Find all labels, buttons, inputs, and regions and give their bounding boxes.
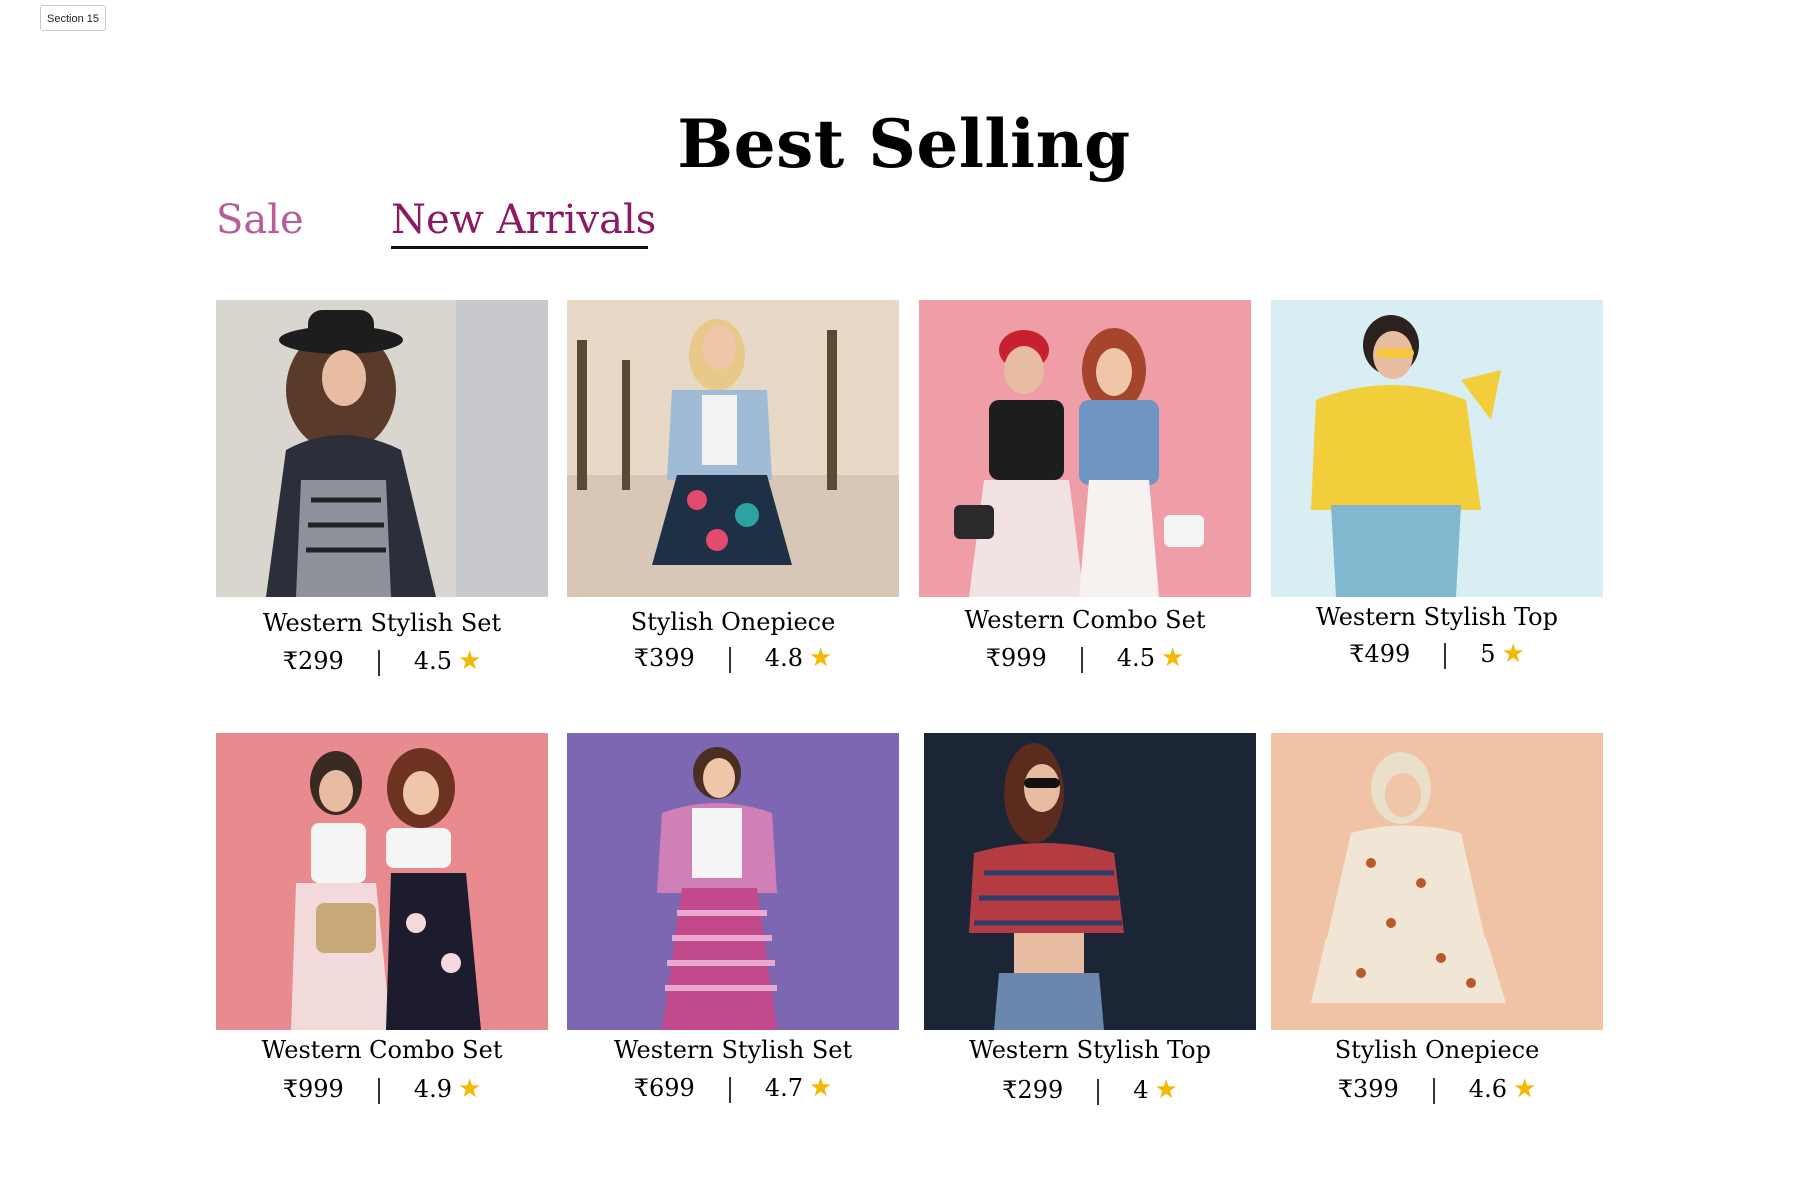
product-meta: ₹999 4.5 ★ (919, 643, 1251, 673)
product-card[interactable]: Western Stylish Set ₹699 4.7 ★ (567, 733, 899, 1103)
divider (728, 1076, 731, 1103)
product-name: Western Combo Set (261, 1036, 503, 1064)
product-image[interactable] (567, 300, 899, 597)
star-icon: ★ (1154, 1075, 1178, 1105)
tab-new-arrivals[interactable]: New Arrivals (391, 196, 656, 244)
product-price: ₹499 (1349, 640, 1411, 668)
product-card[interactable]: Western Combo Set ₹999 4.5 ★ (919, 300, 1251, 673)
star-icon: ★ (457, 646, 482, 676)
divider (728, 646, 731, 673)
divider (1097, 1078, 1100, 1105)
product-image[interactable] (919, 300, 1251, 597)
product-name: Western Stylish Set (262, 609, 502, 637)
product-meta: ₹999 4.9 ★ (216, 1074, 548, 1104)
product-image[interactable] (1271, 300, 1603, 597)
product-image[interactable] (216, 733, 548, 1030)
product-price: ₹999 (985, 644, 1047, 672)
product-image[interactable] (216, 300, 548, 597)
product-price: ₹299 (282, 647, 344, 675)
product-card[interactable]: Stylish Onepiece ₹399 4.6 ★ (1271, 733, 1603, 1104)
product-rating: 4 (1133, 1076, 1149, 1104)
product-meta: ₹299 4.5 ★ (216, 646, 548, 676)
product-price: ₹299 (1002, 1076, 1064, 1104)
product-price: ₹699 (633, 1074, 695, 1102)
product-name: Western Stylish Top (1316, 603, 1558, 631)
divider (377, 649, 380, 676)
product-card[interactable]: Western Combo Set ₹999 4.9 ★ (216, 733, 548, 1104)
product-meta: ₹399 4.6 ★ (1271, 1074, 1603, 1104)
section-label: Section 15 (40, 5, 106, 31)
star-icon: ★ (1501, 639, 1525, 669)
divider (1444, 642, 1447, 669)
tab-sale[interactable]: Sale (216, 196, 304, 244)
product-name: Stylish Onepiece (1334, 1036, 1540, 1064)
divider (377, 1077, 380, 1104)
star-icon: ★ (1160, 643, 1185, 673)
star-icon: ★ (808, 643, 833, 673)
active-tab-indicator (391, 246, 648, 249)
product-price: ₹399 (1337, 1075, 1399, 1103)
product-price: ₹999 (282, 1075, 344, 1103)
star-icon: ★ (1512, 1074, 1537, 1104)
product-rating: 4.7 (764, 1074, 803, 1102)
star-icon: ★ (808, 1073, 833, 1103)
product-rating: 4.5 (413, 647, 452, 675)
product-rating: 5 (1480, 640, 1496, 668)
star-icon: ★ (457, 1074, 482, 1104)
page-title: Best Selling (677, 105, 1131, 183)
product-meta: ₹699 4.7 ★ (567, 1073, 899, 1103)
product-image[interactable] (567, 733, 899, 1030)
product-name: Western Stylish Top (969, 1036, 1211, 1064)
product-card[interactable]: Western Stylish Set ₹299 4.5 ★ (216, 300, 548, 676)
product-image[interactable] (924, 733, 1256, 1030)
product-rating: 4.5 (1116, 644, 1155, 672)
product-name: Western Stylish Set (613, 1036, 853, 1064)
product-meta: ₹299 4 ★ (924, 1075, 1256, 1105)
product-rating: 4.8 (764, 644, 803, 672)
product-card[interactable]: Stylish Onepiece ₹399 4.8 ★ (567, 300, 899, 673)
divider (1080, 646, 1083, 673)
divider (1432, 1077, 1435, 1104)
product-name: Western Combo Set (964, 606, 1206, 634)
product-rating: 4.9 (413, 1075, 452, 1103)
product-meta: ₹399 4.8 ★ (567, 643, 899, 673)
product-image[interactable] (1271, 733, 1603, 1030)
product-price: ₹399 (633, 644, 695, 672)
product-card[interactable]: Western Stylish Top ₹499 5 ★ (1271, 300, 1603, 669)
product-rating: 4.6 (1468, 1075, 1507, 1103)
product-name: Stylish Onepiece (630, 608, 836, 636)
product-meta: ₹499 5 ★ (1271, 639, 1603, 669)
product-card[interactable]: Western Stylish Top ₹299 4 ★ (924, 733, 1256, 1105)
